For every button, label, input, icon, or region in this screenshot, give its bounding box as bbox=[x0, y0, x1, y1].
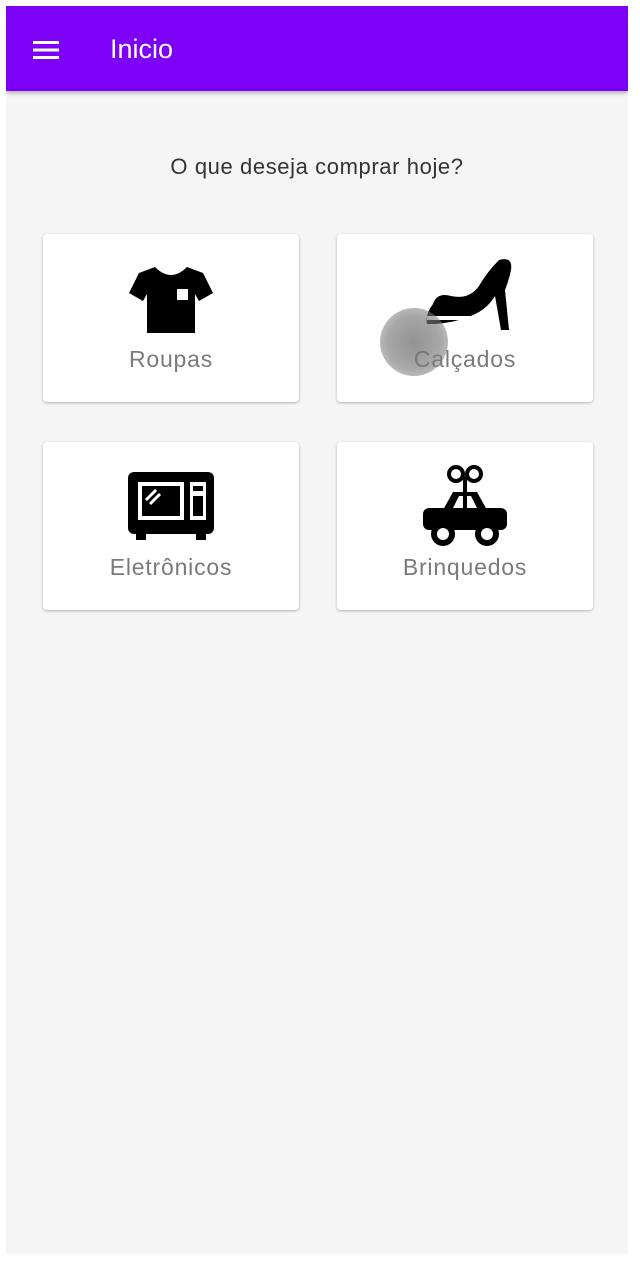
category-card-calcados[interactable]: Calçados bbox=[337, 234, 593, 402]
menu-icon bbox=[33, 41, 59, 59]
menu-button[interactable] bbox=[24, 28, 68, 72]
app-bar: Inicio bbox=[6, 6, 628, 91]
category-card-brinquedos[interactable]: Brinquedos bbox=[337, 442, 593, 610]
shirt-icon bbox=[129, 265, 213, 333]
category-label: Eletrônicos bbox=[109, 554, 233, 580]
category-label: Calçados bbox=[413, 346, 517, 372]
microwave-icon bbox=[128, 472, 214, 540]
toy-car-icon bbox=[423, 465, 507, 546]
app-screen: Inicio O que deseja comprar hoje? Roupas… bbox=[6, 6, 628, 1254]
category-label: Roupas bbox=[128, 346, 214, 372]
high-heel-shoe-icon bbox=[426, 259, 512, 330]
category-card-eletronicos[interactable]: Eletrônicos bbox=[43, 442, 299, 610]
question-text: O que deseja comprar hoje? bbox=[170, 154, 464, 179]
category-label: Brinquedos bbox=[402, 554, 528, 580]
page-title: Inicio bbox=[110, 34, 174, 64]
category-card-roupas[interactable]: Roupas bbox=[43, 234, 299, 402]
